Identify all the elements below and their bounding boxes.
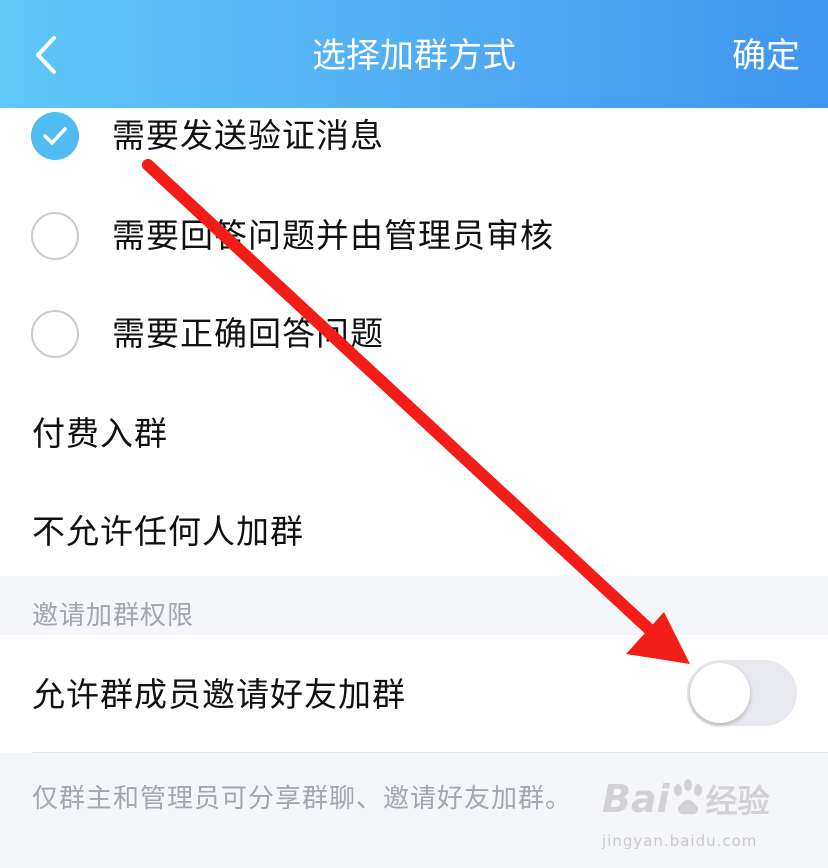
row-paid-join[interactable]: 付费入群: [0, 384, 828, 484]
option-send-verification[interactable]: 需要发送验证消息: [0, 86, 828, 186]
invite-section-title: 邀请加群权限: [32, 601, 195, 631]
option-answer-and-review[interactable]: 需要回答问题并由管理员审核: [0, 186, 828, 286]
row-label: 付费入群: [32, 414, 168, 453]
option-label: 需要发送验证消息: [112, 116, 384, 155]
row-label: 不允许任何人加群: [32, 512, 304, 551]
invite-note: 仅群主和管理员可分享群聊、邀请好友加群。: [32, 784, 573, 814]
watermark-url: jingyan.baidu.com: [602, 832, 758, 850]
radio-unchecked-icon[interactable]: [31, 212, 79, 260]
page-title: 选择加群方式: [312, 36, 516, 76]
option-label: 需要回答问题并由管理员审核: [112, 216, 554, 255]
divider: [32, 752, 828, 753]
allow-invite-toggle[interactable]: [687, 660, 797, 726]
paw-icon: [674, 779, 702, 815]
join-method-list: 需要发送验证消息 需要回答问题并由管理员审核 需要正确回答问题 付费入群 不允许…: [0, 108, 828, 576]
row-no-join[interactable]: 不允许任何人加群: [0, 482, 828, 582]
radio-unchecked-icon[interactable]: [31, 310, 79, 358]
checkmark-icon: [43, 127, 67, 145]
baidu-jingyan-watermark: Bai 经验 jingyan.baidu.com: [602, 772, 782, 858]
radio-checked-icon[interactable]: [31, 112, 79, 160]
option-correct-answer[interactable]: 需要正确回答问题: [0, 284, 828, 384]
confirm-button[interactable]: 确定: [732, 32, 800, 80]
option-label: 需要正确回答问题: [112, 314, 384, 353]
toggle-label: 允许群成员邀请好友加群: [32, 675, 406, 714]
toggle-knob[interactable]: [690, 663, 750, 723]
